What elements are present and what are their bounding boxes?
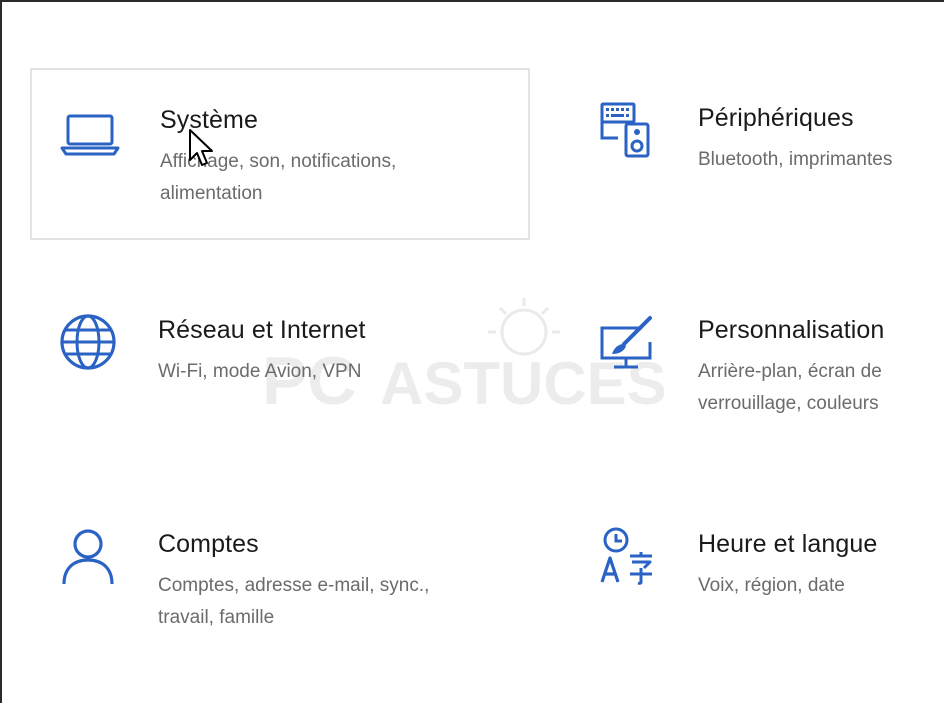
tile-time-language[interactable]: Heure et langue Voix, région, date	[570, 494, 944, 666]
tile-title: Périphériques	[698, 104, 854, 132]
tile-description: Wi-Fi, mode Avion, VPN	[158, 356, 361, 388]
tile-system[interactable]: Système Affichage, son, notifications, a…	[30, 68, 530, 240]
tile-title: Système	[160, 106, 258, 134]
tile-personalization[interactable]: Personnalisation Arrière-plan, écran de …	[570, 280, 944, 452]
tile-description-line: Bluetooth, imprimantes	[698, 149, 893, 170]
personalization-icon	[594, 312, 658, 376]
tile-network[interactable]: Réseau et Internet Wi-Fi, mode Avion, VP…	[30, 280, 530, 452]
tile-description-line: Comptes, adresse e-mail, sync.,	[158, 575, 430, 596]
tile-description-line: verrouillage, couleurs	[698, 393, 879, 414]
person-icon	[56, 524, 120, 588]
tile-description: Voix, région, date	[698, 570, 845, 602]
laptop-icon	[58, 102, 122, 166]
tile-title: Heure et langue	[698, 530, 878, 558]
tile-description-line: Wi-Fi, mode Avion, VPN	[158, 361, 362, 382]
tile-description-line: Voix, région, date	[698, 575, 845, 596]
time-language-icon	[594, 524, 658, 588]
tile-description-line: alimentation	[160, 183, 263, 204]
tile-description: Bluetooth, imprimantes	[698, 144, 892, 176]
tile-title: Réseau et Internet	[158, 316, 366, 344]
tile-description: Comptes, adresse e-mail, sync., travail,…	[158, 570, 429, 634]
tile-devices[interactable]: Périphériques Bluetooth, imprimantes	[570, 68, 944, 240]
tile-description-line: Affichage, son, notifications,	[160, 151, 397, 172]
tile-title: Personnalisation	[698, 316, 885, 344]
tile-description-line: Arrière-plan, écran de	[698, 361, 882, 382]
tile-description: Arrière-plan, écran de verrouillage, cou…	[698, 356, 882, 420]
tile-title: Comptes	[158, 530, 259, 558]
settings-window: PC ASTUCES Système Affichage, son, notif…	[0, 0, 944, 703]
tile-description-line: travail, famille	[158, 607, 275, 628]
tile-description: Affichage, son, notifications, alimentat…	[160, 146, 396, 210]
tile-accounts[interactable]: Comptes Comptes, adresse e-mail, sync., …	[30, 494, 530, 666]
globe-icon	[56, 310, 120, 374]
devices-icon	[594, 98, 658, 162]
